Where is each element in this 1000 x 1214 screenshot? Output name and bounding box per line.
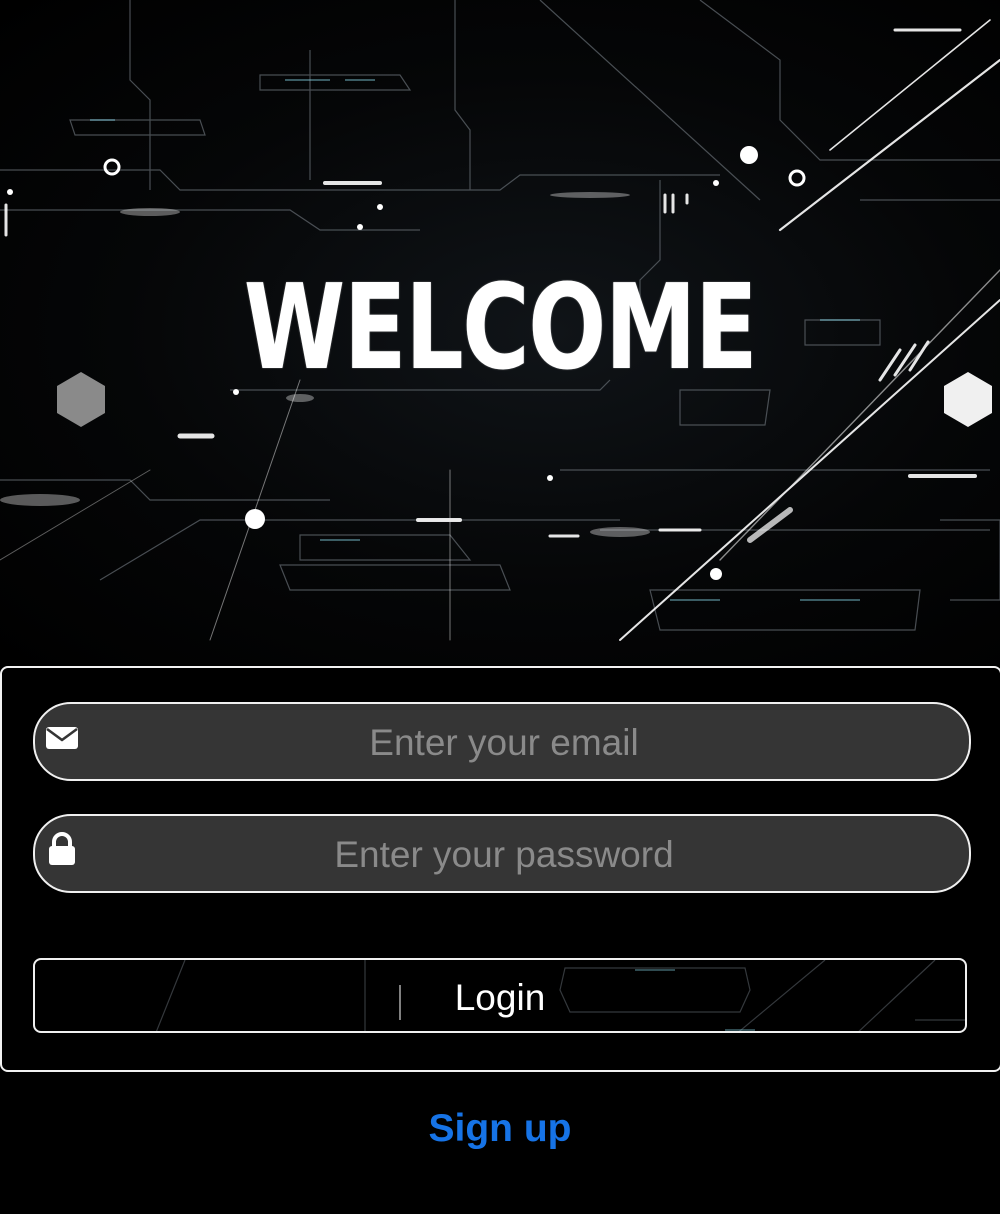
email-input[interactable] — [95, 704, 913, 781]
envelope-icon — [46, 727, 78, 749]
password-input[interactable] — [95, 816, 913, 893]
signup-link[interactable]: Sign up — [0, 1106, 1000, 1152]
password-field-container[interactable] — [33, 814, 971, 893]
lock-icon — [49, 832, 75, 865]
login-form: Login — [0, 666, 1000, 1072]
email-field-container[interactable] — [33, 702, 971, 781]
login-button-label: Login — [454, 977, 546, 1018]
login-button[interactable]: Login — [33, 958, 967, 1033]
welcome-banner: WELCOME — [0, 0, 1000, 665]
welcome-title: WELCOME — [243, 258, 758, 396]
login-screen: WELCOME Enter your email Login Sign up — [0, 0, 1000, 1214]
